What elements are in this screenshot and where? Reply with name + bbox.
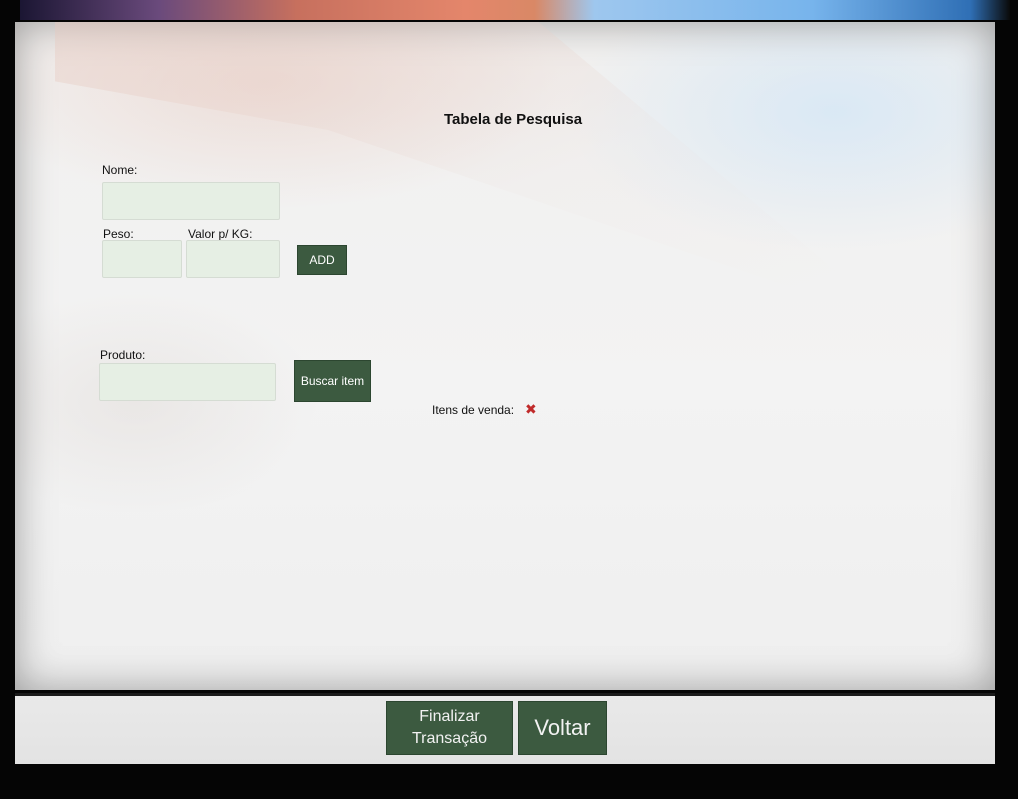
finalize-label-line1: Finalizar [419, 708, 480, 725]
back-button[interactable]: Voltar [518, 701, 607, 755]
product-label: Produto: [100, 348, 146, 362]
page-title: Tabela de Pesquisa [443, 111, 583, 128]
finalize-transaction-button[interactable]: Finalizar Transação [386, 701, 513, 755]
x-mark-icon[interactable]: ✖ [525, 402, 537, 416]
background-strip [20, 0, 1010, 20]
add-button[interactable]: ADD [297, 245, 347, 275]
sale-items-label: Itens de venda: [432, 403, 515, 417]
price-per-kg-label: Valor p/ KG: [188, 227, 253, 241]
finalize-label-line2: Transação [412, 730, 487, 747]
app-window: Tabela de Pesquisa Nome: Peso: Valor p/ … [0, 0, 1018, 799]
weight-label: Peso: [103, 227, 134, 241]
search-item-button[interactable]: Buscar item [294, 360, 371, 402]
product-search-input[interactable] [99, 363, 276, 401]
name-label: Nome: [102, 163, 138, 177]
name-input[interactable] [102, 182, 280, 220]
price-per-kg-input[interactable] [186, 240, 280, 278]
weight-input[interactable] [102, 240, 182, 278]
